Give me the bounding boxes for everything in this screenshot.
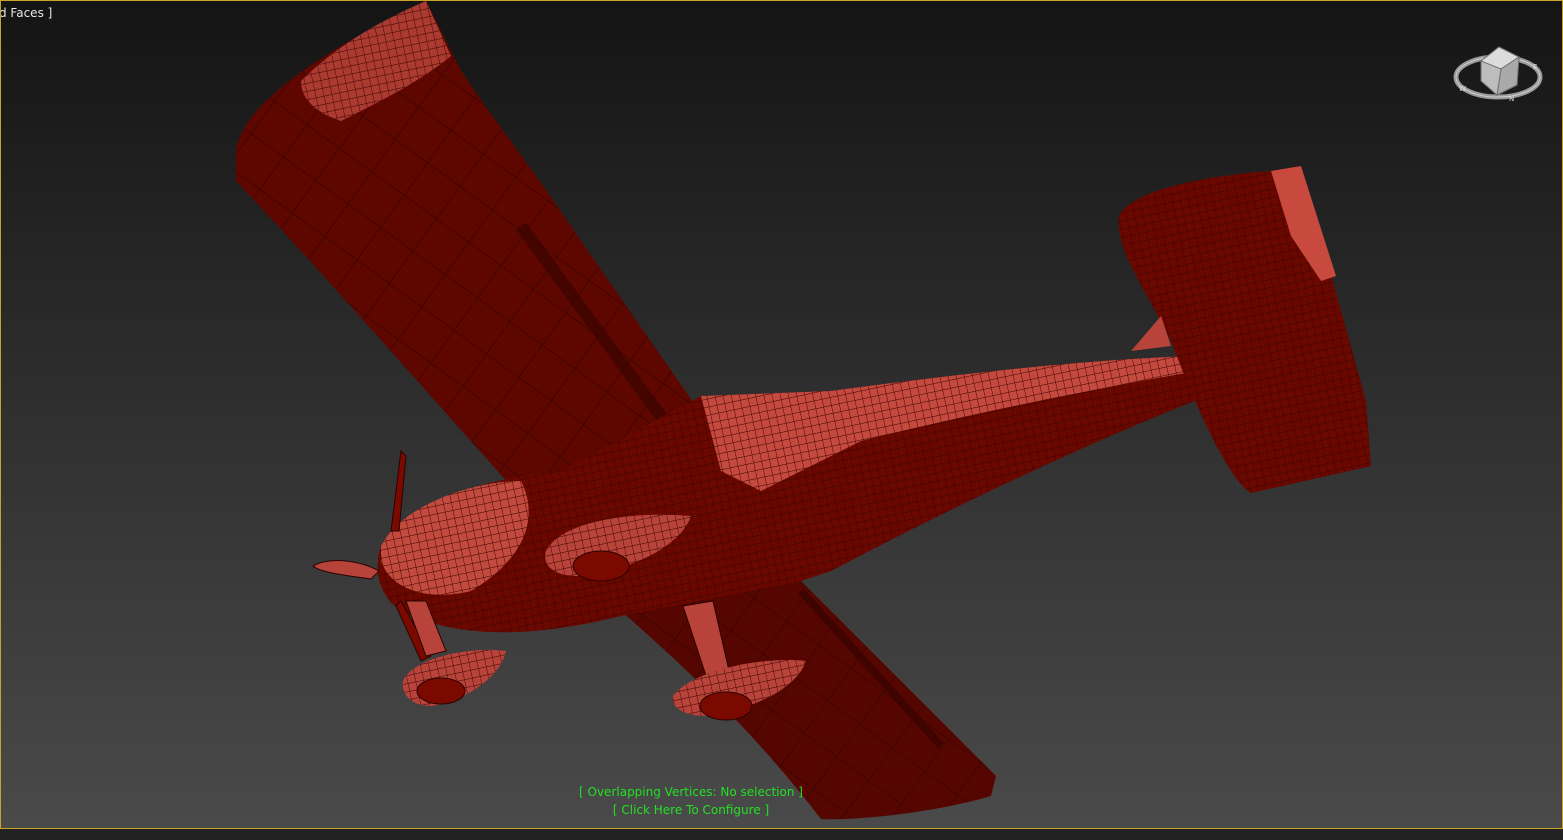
airplane-model[interactable] (1, 1, 1562, 828)
svg-text:E: E (1533, 63, 1537, 71)
overlapping-vertices-status: [ Overlapping Vertices: No selection ] (579, 785, 803, 799)
tail (1118, 166, 1371, 493)
perspective-viewport[interactable]: d Faces ] W E N [Overlapping Vertices: … (0, 0, 1563, 830)
svg-text:N: N (1509, 95, 1514, 103)
bottom-strip (0, 829, 1563, 840)
svg-text:W: W (1459, 85, 1466, 93)
configure-link[interactable]: [ Click Here To Configure ] (1, 803, 1381, 817)
viewcube[interactable]: W E N (1449, 37, 1547, 107)
viewcube-icon: W E N (1453, 46, 1543, 103)
